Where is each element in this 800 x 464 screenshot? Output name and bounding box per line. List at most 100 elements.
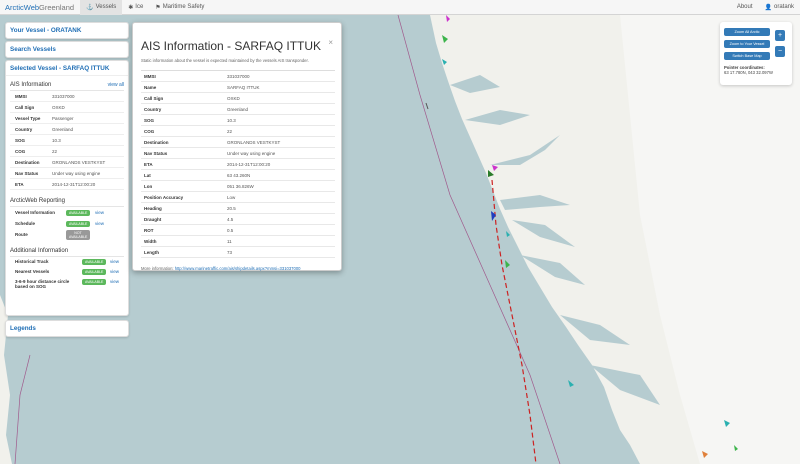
dialog-ais-key: COG: [144, 128, 155, 134]
ais-row: Vessel Type Passenger: [10, 113, 124, 124]
dialog-ais-row: Call Sign OXKD: [141, 93, 335, 104]
ais-row-key: Destination: [15, 159, 40, 165]
switch-base-map-button[interactable]: Switch Base Map: [724, 52, 770, 60]
view-link[interactable]: view: [95, 210, 104, 215]
additional-list: Historical Track AVAILABLE view Nearest Ves…: [10, 257, 124, 291]
more-info-label: More information:: [141, 266, 174, 271]
anchor-icon: ⚓: [86, 4, 94, 11]
ais-row-value: 331037000: [52, 93, 75, 99]
dialog-description: Static information about the vessel is e…: [141, 58, 309, 63]
ais-info-dialog: AIS Information - SARFAQ ITTUK × Static …: [132, 22, 342, 271]
legends-panel[interactable]: Legends: [5, 320, 129, 337]
more-information: More information: http://www.marinetraff…: [141, 266, 333, 271]
reporting-section-header: ArcticWeb Reporting: [10, 198, 124, 207]
dialog-ais-key: Length: [144, 249, 159, 255]
ais-row-value: 10.3: [52, 137, 61, 143]
additional-row-label: 3-6-9 hour distance circle based on SOG: [15, 279, 70, 289]
view-link[interactable]: view: [110, 269, 119, 274]
your-vessel-title: Your Vessel - ORATANK: [10, 27, 82, 34]
dialog-ais-row: Country Greenland: [141, 104, 335, 115]
reporting-row-label: Route: [15, 232, 28, 237]
dialog-ais-key: Call Sign: [144, 95, 164, 101]
ais-row-value: 2014-12-31T12:00:20: [52, 181, 96, 187]
zoom-out-button[interactable]: −: [775, 46, 785, 57]
dialog-ais-value: GRONLANDS VESTKYST: [227, 139, 281, 145]
additional-section-header: Additional Information: [10, 248, 124, 257]
dialog-ais-value: 11: [227, 238, 232, 244]
brand-logo[interactable]: ArcticWebGreenland: [0, 3, 80, 12]
ais-section-title: AIS Information: [10, 82, 52, 88]
status-badge: AVAILABLE: [82, 279, 106, 285]
nav-about[interactable]: About: [731, 0, 759, 15]
nav-ice[interactable]: ✱ Ice: [122, 0, 149, 15]
dialog-ais-value: 2014-12-31T12:00:20: [227, 161, 271, 167]
dialog-ais-key: Lon: [144, 183, 153, 189]
dialog-ais-row: Position Accuracy Low: [141, 192, 335, 203]
dialog-ais-row: Draught 4.5: [141, 214, 335, 225]
dialog-ais-value: Under way using engine: [227, 150, 276, 156]
pointer-coordinates-value: 63 17.780N, 043 32.097W: [724, 70, 773, 75]
nav-user[interactable]: 👤 oratank: [759, 0, 800, 15]
nav-vessels[interactable]: ⚓ Vessels: [80, 0, 123, 15]
dialog-ais-key: MMSI: [144, 73, 156, 79]
additional-row: Nearest Vessels AVAILABLE view: [10, 267, 124, 277]
view-link[interactable]: view: [110, 279, 119, 284]
dialog-ais-value: SARFAQ ITTUK: [227, 84, 260, 90]
your-vessel-panel[interactable]: Your Vessel - ORATANK: [5, 22, 129, 39]
ais-row-key: SOG: [15, 137, 26, 143]
dialog-ais-row: MMSI 331037000: [141, 71, 335, 82]
selected-vessel-title[interactable]: Selected Vessel - SARFAQ ITTUK: [6, 61, 128, 76]
nav-user-label: oratank: [773, 4, 794, 10]
dialog-ais-key: Country: [144, 106, 162, 112]
nav-maritime-safety[interactable]: ⚑ Maritime Safety: [149, 0, 210, 15]
reporting-row-label: Schedule: [15, 221, 36, 226]
dialog-ais-value: 10.3: [227, 117, 236, 123]
status-badge: AVAILABLE: [82, 269, 106, 275]
dialog-ais-row: Width 11: [141, 236, 335, 247]
additional-row: Historical Track AVAILABLE view: [10, 257, 124, 267]
search-vessels-title: Search Vessels: [10, 46, 56, 53]
dialog-ais-row: Lat 63 43.260N: [141, 170, 335, 181]
pointer-coordinates: Pointer coordinates: 63 17.780N, 043 32.…: [724, 65, 773, 75]
dialog-ais-value: 0.5: [227, 227, 234, 233]
dialog-ais-row: ETA 2014-12-31T12:00:20: [141, 159, 335, 170]
dialog-ais-value: 4.5: [227, 216, 234, 222]
search-vessels-panel[interactable]: Search Vessels: [5, 41, 129, 58]
nav-maritime-safety-label: Maritime Safety: [162, 4, 205, 10]
nav-ice-label: Ice: [135, 4, 144, 10]
ais-row-key: Country: [15, 126, 33, 132]
zoom-to-vessel-button[interactable]: Zoom to Your Vessel: [724, 40, 770, 48]
close-icon[interactable]: ×: [328, 38, 333, 47]
dialog-ais-row: Nav Status Under way using engine: [141, 148, 335, 159]
ais-row: SOG 10.3: [10, 135, 124, 146]
dialog-ais-key: Width: [144, 238, 157, 244]
dialog-ais-row: Lon 051 36.826W: [141, 181, 335, 192]
marinetraffic-link[interactable]: http://www.marinetraffic.com/ais/shipdet…: [175, 266, 301, 271]
dialog-ais-row: Heading 20.5: [141, 203, 335, 214]
dialog-ais-key: Lat: [144, 172, 151, 178]
dialog-ais-key: SOG: [144, 117, 155, 123]
dialog-ais-key: Name: [144, 84, 157, 90]
reporting-row: Vessel Information AVAILABLE view: [10, 207, 124, 218]
ais-row: Destination GRONLANDS VESTKYST: [10, 157, 124, 168]
dialog-ais-table: MMSI 331037000 Name SARFAQ ITTUK Call Sign OX…: [141, 70, 335, 258]
ais-row: Nav Status Under way using engine: [10, 168, 124, 179]
user-icon: 👤: [764, 4, 772, 11]
dialog-ais-key: Nav Status: [144, 150, 168, 156]
dialog-ais-value: 22: [227, 128, 233, 134]
zoom-in-button[interactable]: +: [775, 30, 785, 41]
view-link[interactable]: view: [95, 221, 104, 226]
view-link[interactable]: view: [110, 259, 119, 264]
view-all-link[interactable]: view all: [108, 82, 124, 88]
status-badge: AVAILABLE: [66, 209, 90, 216]
additional-row-label: Nearest Vessels: [15, 269, 50, 274]
nav-vessels-label: Vessels: [95, 4, 117, 10]
dialog-ais-key: ETA: [144, 161, 153, 167]
status-badge: NOT AVAILABLE: [66, 229, 90, 240]
dialog-ais-value: 331037000: [227, 73, 250, 79]
dialog-ais-key: Heading: [144, 205, 162, 211]
zoom-all-arctic-button[interactable]: Zoom All Arctic: [724, 28, 770, 36]
map-controls: Zoom All Arctic Zoom to Your Vessel Swit…: [720, 22, 792, 85]
snowflake-icon: ✱: [128, 4, 134, 11]
dialog-ais-value: 20.5: [227, 205, 236, 211]
